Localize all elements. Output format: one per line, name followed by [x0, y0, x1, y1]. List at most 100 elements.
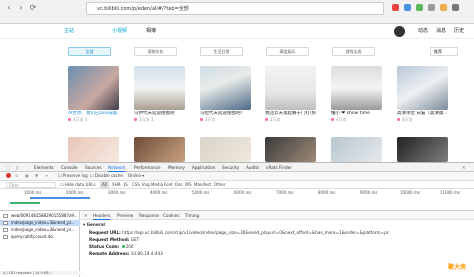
video-card[interactable]: [68, 137, 119, 162]
tab-all[interactable]: 全部: [68, 47, 111, 56]
video-thumbnail[interactable]: [265, 137, 316, 162]
tab-performance[interactable]: Performance: [134, 163, 161, 172]
hide-data-urls-checkbox[interactable]: ☐ Hide data URLs: [60, 181, 96, 189]
video-thumbnail[interactable]: [200, 66, 251, 110]
extension-icon[interactable]: [440, 4, 447, 11]
tab-memory[interactable]: Memory: [168, 163, 185, 172]
video-thumbnail[interactable]: [397, 137, 448, 162]
filter-input[interactable]: Filter: [6, 182, 56, 188]
tab-funny[interactable]: 搞笑娱乐: [266, 47, 309, 56]
video-thumbnail[interactable]: [200, 137, 251, 162]
video-card[interactable]: 乌伊代天延迎接图吧 2万次 3: [134, 66, 185, 122]
close-icon[interactable]: ✕: [462, 163, 466, 172]
nav-history[interactable]: 历史: [454, 27, 464, 36]
filter-icon[interactable]: ▼: [35, 172, 38, 180]
device-toggle-icon[interactable]: ▯: [16, 163, 22, 172]
tab-elements[interactable]: Elements: [34, 163, 54, 172]
video-card[interactable]: 乌拉代天延迎接图吧！ 4万次: [200, 66, 251, 122]
video-card[interactable]: [397, 137, 448, 162]
tab-vrats-finder[interactable]: vRats Finder: [266, 163, 292, 172]
video-card[interactable]: [200, 137, 251, 162]
reload-icon[interactable]: ⟳: [28, 3, 38, 13]
request-row[interactable]: web/0091481588290155887a9...: [0, 213, 80, 219]
view-icon[interactable]: ≡: [45, 172, 48, 180]
nav-home[interactable]: 主站: [64, 27, 74, 36]
filter-ws[interactable]: WS: [185, 181, 192, 189]
request-row[interactable]: index/page_index=3&need_pl...: [0, 220, 80, 226]
video-thumbnail[interactable]: [331, 137, 382, 162]
filter-xhr[interactable]: XHR: [112, 181, 121, 189]
nav-dynamic[interactable]: 动态: [418, 27, 428, 36]
video-card[interactable]: [265, 137, 316, 162]
forward-icon[interactable]: ›: [16, 3, 26, 13]
extension-icon[interactable]: [428, 4, 435, 11]
tab-application[interactable]: Application: [192, 163, 215, 172]
filter-doc[interactable]: Doc: [175, 181, 183, 189]
general-section-toggle[interactable]: ▾ General: [83, 222, 105, 228]
preserve-log-checkbox[interactable]: ☐ Preserve log: [58, 172, 88, 180]
tab-network[interactable]: Network: [108, 163, 126, 172]
record-icon[interactable]: [6, 173, 11, 178]
address-bar[interactable]: vc.bilibili.com/p/eden/all#/?tab=全部: [86, 2, 384, 15]
menu-icon[interactable]: [452, 4, 459, 11]
tab-response[interactable]: Response: [139, 211, 159, 220]
tab-life[interactable]: 生活日常: [200, 47, 243, 56]
filter-all[interactable]: All: [100, 181, 109, 189]
nav-mini-video[interactable]: 小视频: [112, 27, 127, 36]
tab-sources[interactable]: Sources: [85, 163, 102, 172]
avatar[interactable]: [394, 26, 405, 37]
tab-audits[interactable]: Audits: [246, 163, 259, 172]
request-row[interactable]: query.notify.count.do: [0, 234, 80, 240]
tab-pet[interactable]: 宠物文化: [134, 47, 177, 56]
nav-album[interactable]: 相簿: [146, 27, 156, 36]
video-thumbnail[interactable]: [68, 137, 119, 162]
network-status: 4 / 183 requests | 10.9 KB /: [0, 271, 81, 275]
tab-console[interactable]: Console: [61, 163, 78, 172]
filter-font[interactable]: Font: [164, 181, 173, 189]
tab-cookies[interactable]: Cookies: [163, 211, 179, 220]
filter-media[interactable]: Media: [151, 181, 163, 189]
back-icon[interactable]: ‹: [4, 3, 14, 13]
request-row[interactable]: index/page_index=3&need_pl...: [0, 227, 80, 233]
video-meta: 4万次: [397, 117, 448, 122]
filter-img[interactable]: Img: [142, 181, 150, 189]
extension-icon[interactable]: [392, 4, 399, 11]
throttle-select[interactable]: Online ▾: [128, 172, 144, 180]
video-thumbnail[interactable]: [265, 66, 316, 110]
video-thumbnail[interactable]: [68, 66, 119, 110]
tab-timing[interactable]: Timing: [185, 211, 199, 220]
timeline-tick: 8000 ms: [318, 190, 336, 195]
remote-address: Remote Address: 14.80.19.4:443: [89, 251, 163, 256]
video-card[interactable]: AI世界、我们已Dev成都... 4万次 3: [68, 66, 119, 122]
extension-icon[interactable]: [404, 4, 411, 11]
tab-game[interactable]: 游戏达成: [332, 47, 375, 56]
video-card[interactable]: [331, 137, 382, 162]
video-card[interactable]: [134, 137, 185, 162]
filter-js[interactable]: JS: [124, 181, 128, 189]
nav-messages[interactable]: 消息: [436, 27, 446, 36]
video-card[interactable]: 高清单位 白猫（高清版... 4万次: [397, 66, 448, 122]
tab-security[interactable]: Security: [222, 163, 239, 172]
filter-css[interactable]: CSS: [132, 181, 140, 189]
devtools-panel: ⬚ ▯ Elements Console Sources Network Per…: [0, 162, 474, 277]
filter-other[interactable]: Other: [214, 181, 225, 189]
video-thumbnail[interactable]: [134, 137, 185, 162]
camera-icon[interactable]: ▣: [25, 172, 29, 180]
timeline-tick: 4000 ms: [150, 190, 168, 195]
network-timeline: 1000 ms 2000 ms 3000 ms 4000 ms 5000 ms …: [0, 189, 474, 211]
inspect-icon[interactable]: ⬚: [6, 163, 12, 172]
video-thumbnail[interactable]: [134, 66, 185, 110]
disable-cache-checkbox[interactable]: ☐ Disable cache: [90, 172, 123, 180]
tab-preview[interactable]: Preview: [117, 211, 133, 220]
tab-headers[interactable]: Headers: [93, 211, 111, 220]
video-card[interactable]: 懂小 ❤ show time 4万次: [331, 66, 382, 122]
video-thumbnail[interactable]: [331, 66, 382, 110]
sort-select[interactable]: 推荐: [430, 47, 458, 56]
filter-manifest[interactable]: Manifest: [194, 181, 211, 189]
clear-icon[interactable]: ⊘: [15, 172, 18, 180]
video-card[interactable]: 我还云天景起舞于门打(好看 2万次: [265, 66, 316, 122]
extension-icon[interactable]: [416, 4, 423, 11]
video-thumbnail[interactable]: [397, 66, 448, 110]
close-icon[interactable]: ✕: [84, 211, 88, 220]
filter-bar: Filter ☐ Hide data URLs All XHR JS CSS I…: [0, 181, 474, 189]
